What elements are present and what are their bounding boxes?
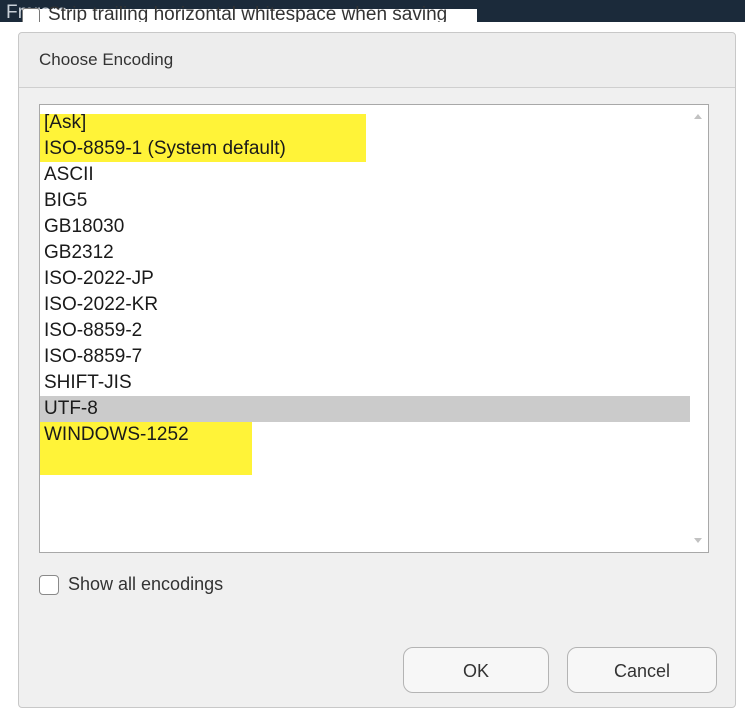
encoding-list-item[interactable]: GB2312	[40, 240, 690, 266]
cancel-button[interactable]: Cancel	[567, 647, 717, 693]
encoding-list-item[interactable]: [Ask]	[40, 110, 690, 136]
choose-encoding-dialog: Choose Encoding [Ask] ISO-8859-1 (System …	[18, 32, 736, 708]
background-option-label: Strip trailing horizontal whitespace whe…	[48, 4, 448, 22]
encoding-list-item[interactable]: ISO-8859-2	[40, 318, 690, 344]
encoding-list-item-label: ISO-8859-7	[44, 346, 143, 367]
show-all-encodings-label[interactable]: Show all encodings	[68, 574, 223, 595]
show-all-encodings-checkbox[interactable]	[39, 574, 59, 595]
encoding-list-item-label: SHIFT-JIS	[44, 372, 132, 393]
encoding-list-item-label: [Ask]	[44, 112, 87, 133]
ok-button[interactable]: OK	[403, 647, 549, 693]
encoding-list-item[interactable]: SHIFT-JIS	[40, 370, 690, 396]
encoding-list-item-label: ISO-8859-2	[44, 320, 143, 341]
encoding-list-item[interactable]: BIG5	[40, 188, 690, 214]
scroll-down-arrow-icon[interactable]	[694, 538, 702, 543]
encoding-listbox[interactable]: [Ask] ISO-8859-1 (System default) ASCII BIG…	[39, 104, 709, 553]
dialog-title: Choose Encoding	[39, 50, 174, 69]
background-option-row: Strip trailing horizontal whitespace whe…	[22, 4, 478, 22]
encoding-list-item[interactable]: ISO-8859-1 (System default)	[40, 136, 690, 162]
encoding-list-item[interactable]: GB18030	[40, 214, 690, 240]
encoding-list-item[interactable]: ISO-2022-KR	[40, 292, 690, 318]
encoding-list-item[interactable]: ASCII	[40, 162, 690, 188]
encoding-list-item[interactable]: WINDOWS-1252	[40, 422, 690, 448]
encoding-list-item-label: BIG5	[44, 190, 88, 211]
encoding-list-item-label: ASCII	[44, 164, 94, 185]
encoding-list-item-label: WINDOWS-1252	[44, 424, 189, 445]
background-window-strip: Fmrars Strip trailing horizontal whitesp…	[0, 0, 745, 22]
encoding-list-item-label: ISO-8859-1 (System default)	[44, 138, 286, 159]
background-checkbox	[22, 8, 40, 22]
show-all-encodings-row[interactable]: Show all encodings	[39, 574, 223, 595]
encoding-list-item[interactable]: UTF-8	[40, 396, 690, 422]
encoding-list: [Ask] ISO-8859-1 (System default) ASCII BIG…	[40, 110, 690, 448]
encoding-list-item-label: GB18030	[44, 216, 125, 237]
listbox-scrollbar[interactable]	[690, 105, 708, 552]
encoding-list-item-label: UTF-8	[44, 398, 98, 419]
encoding-list-item-label: ISO-2022-KR	[44, 294, 159, 315]
encoding-list-item-label: GB2312	[44, 242, 114, 263]
dialog-title-bar: Choose Encoding	[19, 33, 735, 88]
encoding-list-item[interactable]: ISO-2022-JP	[40, 266, 690, 292]
scroll-up-arrow-icon[interactable]	[694, 114, 702, 119]
encoding-list-item-label: ISO-2022-JP	[44, 268, 154, 289]
encoding-list-item[interactable]: ISO-8859-7	[40, 344, 690, 370]
